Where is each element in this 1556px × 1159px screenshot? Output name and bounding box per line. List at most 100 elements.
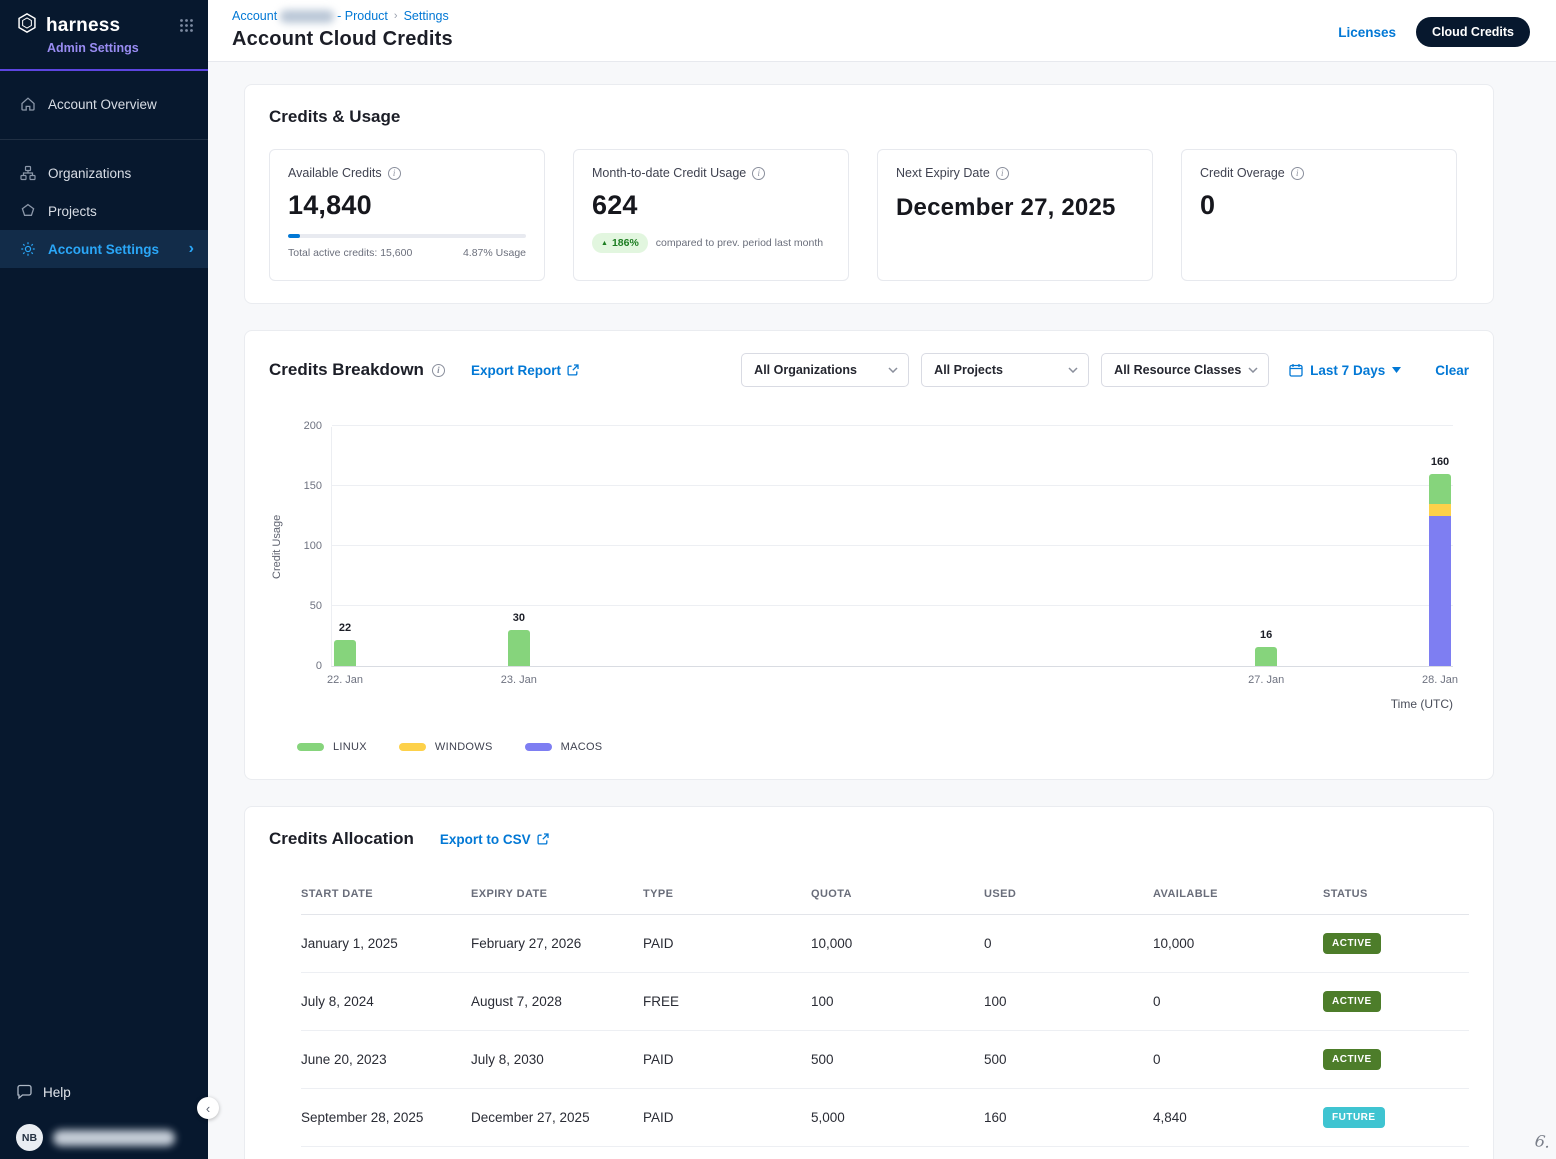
cell-expiry: August 7, 2028 xyxy=(471,994,643,1009)
credits-breakdown-title: Credits Breakdown xyxy=(269,360,424,380)
cell-start: July 8, 2024 xyxy=(301,994,471,1009)
info-icon[interactable] xyxy=(752,167,765,180)
cell-start: January 1, 2025 xyxy=(301,936,471,951)
sidebar-nav: Account Overview Organizations Projects Acc… xyxy=(0,71,208,1072)
cell-available: 0 xyxy=(1153,994,1323,1009)
x-tick-label: 28. Jan xyxy=(1422,674,1458,686)
module-grid-icon[interactable] xyxy=(179,18,194,33)
legend-item-windows[interactable]: WINDOWS xyxy=(399,741,493,753)
cell-type: FREE xyxy=(643,994,811,1009)
info-icon[interactable] xyxy=(996,167,1009,180)
sidebar-item-label: Projects xyxy=(48,204,97,219)
help-button[interactable]: Help xyxy=(16,1084,192,1100)
table-row: September 28, 2025December 27, 2025PAID5… xyxy=(301,1089,1469,1147)
table-header-row: START DATEEXPIRY DATETYPEQUOTAUSEDAVAILA… xyxy=(301,873,1469,915)
x-tick-label: 22. Jan xyxy=(327,674,363,686)
next-expiry-card: Next Expiry Date December 27, 2025 xyxy=(877,149,1153,281)
credit-overage-label: Credit Overage xyxy=(1200,166,1285,180)
cell-expiry: December 27, 2025 xyxy=(471,1110,643,1125)
organizations-select[interactable]: All Organizations xyxy=(741,353,909,387)
credits-usage-card: Credits & Usage Available Credits 14,840… xyxy=(244,84,1494,304)
delta-note: compared to prev. period last month xyxy=(656,237,823,249)
bar-value-label: 16 xyxy=(1260,629,1272,641)
cell-expiry: July 8, 2030 xyxy=(471,1052,643,1067)
mtd-usage-card: Month-to-date Credit Usage 624 186% comp… xyxy=(573,149,849,281)
bar-segment xyxy=(508,630,530,666)
cell-type: PAID xyxy=(643,936,811,951)
admin-settings-label: Admin Settings xyxy=(47,41,194,55)
allocation-table: START DATEEXPIRY DATETYPEQUOTAUSEDAVAILA… xyxy=(301,873,1469,1147)
sidebar-item-account-settings[interactable]: Account Settings› xyxy=(0,230,208,268)
avatar[interactable]: NB xyxy=(16,1124,43,1151)
legend-item-linux[interactable]: LINUX xyxy=(297,741,367,753)
mtd-usage-value: 624 xyxy=(592,190,830,221)
status-badge: ACTIVE xyxy=(1323,991,1381,1012)
chevron-down-icon xyxy=(888,367,898,373)
x-axis-title: Time (UTC) xyxy=(285,697,1453,711)
chart-legend: LINUX WINDOWS MACOS xyxy=(297,741,1469,753)
export-csv-link[interactable]: Export to CSV xyxy=(440,832,549,847)
credits-progress-fill xyxy=(288,234,300,238)
clear-filters-link[interactable]: Clear xyxy=(1435,363,1469,378)
bar-segment xyxy=(1429,474,1451,504)
chart-bar[interactable] xyxy=(508,630,530,666)
resource-classes-select[interactable]: All Resource Classes xyxy=(1101,353,1269,387)
table-row: January 1, 2025February 27, 2026PAID10,0… xyxy=(301,915,1469,973)
column-header: QUOTA xyxy=(811,888,984,900)
chart-bar[interactable] xyxy=(1255,647,1277,666)
gear-icon xyxy=(19,240,37,258)
sidebar-item-projects[interactable]: Projects xyxy=(0,192,208,230)
column-header: EXPIRY DATE xyxy=(471,888,643,900)
breadcrumb-settings-link[interactable]: Settings xyxy=(404,9,449,23)
breadcrumb-product-link[interactable]: - Product xyxy=(337,9,388,23)
info-icon[interactable] xyxy=(1291,167,1304,180)
credits-progress-bar xyxy=(288,234,526,238)
cell-quota: 500 xyxy=(811,1052,984,1067)
licenses-link[interactable]: Licenses xyxy=(1338,25,1396,40)
external-link-icon xyxy=(537,833,549,845)
y-tick-label: 100 xyxy=(304,540,322,552)
help-icon xyxy=(16,1084,33,1100)
cell-quota: 10,000 xyxy=(811,936,984,951)
legend-label: LINUX xyxy=(333,741,367,753)
cell-quota: 5,000 xyxy=(811,1110,984,1125)
org-icon xyxy=(19,164,37,182)
legend-item-macos[interactable]: MACOS xyxy=(525,741,603,753)
credit-overage-value: 0 xyxy=(1200,190,1438,221)
chart-bar[interactable] xyxy=(334,640,356,666)
sidebar-item-organizations[interactable]: Organizations xyxy=(0,154,208,192)
status-badge: FUTURE xyxy=(1323,1107,1385,1128)
cell-used: 0 xyxy=(984,936,1153,951)
main: Account - Product › Settings Account Clo… xyxy=(208,0,1556,1159)
projects-select[interactable]: All Projects xyxy=(921,353,1089,387)
credits-breakdown-card: Credits Breakdown Export Report All Orga… xyxy=(244,330,1494,780)
user-name-redacted xyxy=(53,1130,175,1146)
column-header: TYPE xyxy=(643,888,811,900)
breadcrumb-account-link[interactable]: Account xyxy=(232,9,277,23)
y-tick-label: 200 xyxy=(304,420,322,432)
info-icon[interactable] xyxy=(432,364,445,377)
caret-down-icon xyxy=(1392,367,1401,373)
external-link-icon xyxy=(567,364,579,376)
cell-type: PAID xyxy=(643,1110,811,1125)
export-report-link[interactable]: Export Report xyxy=(471,363,579,378)
page-title: Account Cloud Credits xyxy=(232,28,453,51)
info-icon[interactable] xyxy=(388,167,401,180)
cloud-credits-button[interactable]: Cloud Credits xyxy=(1416,17,1530,47)
sidebar-collapse-handle[interactable]: ‹ xyxy=(197,1097,219,1119)
help-label: Help xyxy=(43,1085,71,1100)
legend-swatch xyxy=(399,743,426,751)
date-range-picker[interactable]: Last 7 Days xyxy=(1289,363,1401,378)
sidebar-item-account-overview[interactable]: Account Overview xyxy=(0,85,208,123)
sidebar-divider xyxy=(0,139,208,140)
redacted-account-name xyxy=(280,10,334,23)
total-active-credits: Total active credits: 15,600 xyxy=(288,247,412,259)
cell-quota: 100 xyxy=(811,994,984,1009)
table-row: July 8, 2024August 7, 2028FREE1001000ACT… xyxy=(301,973,1469,1031)
chart-bar[interactable] xyxy=(1429,474,1451,666)
project-icon xyxy=(19,202,37,220)
column-header: STATUS xyxy=(1323,888,1469,900)
y-axis-title: Credit Usage xyxy=(269,427,285,667)
bar-value-label: 22 xyxy=(339,622,351,634)
chevron-down-icon xyxy=(1068,367,1078,373)
